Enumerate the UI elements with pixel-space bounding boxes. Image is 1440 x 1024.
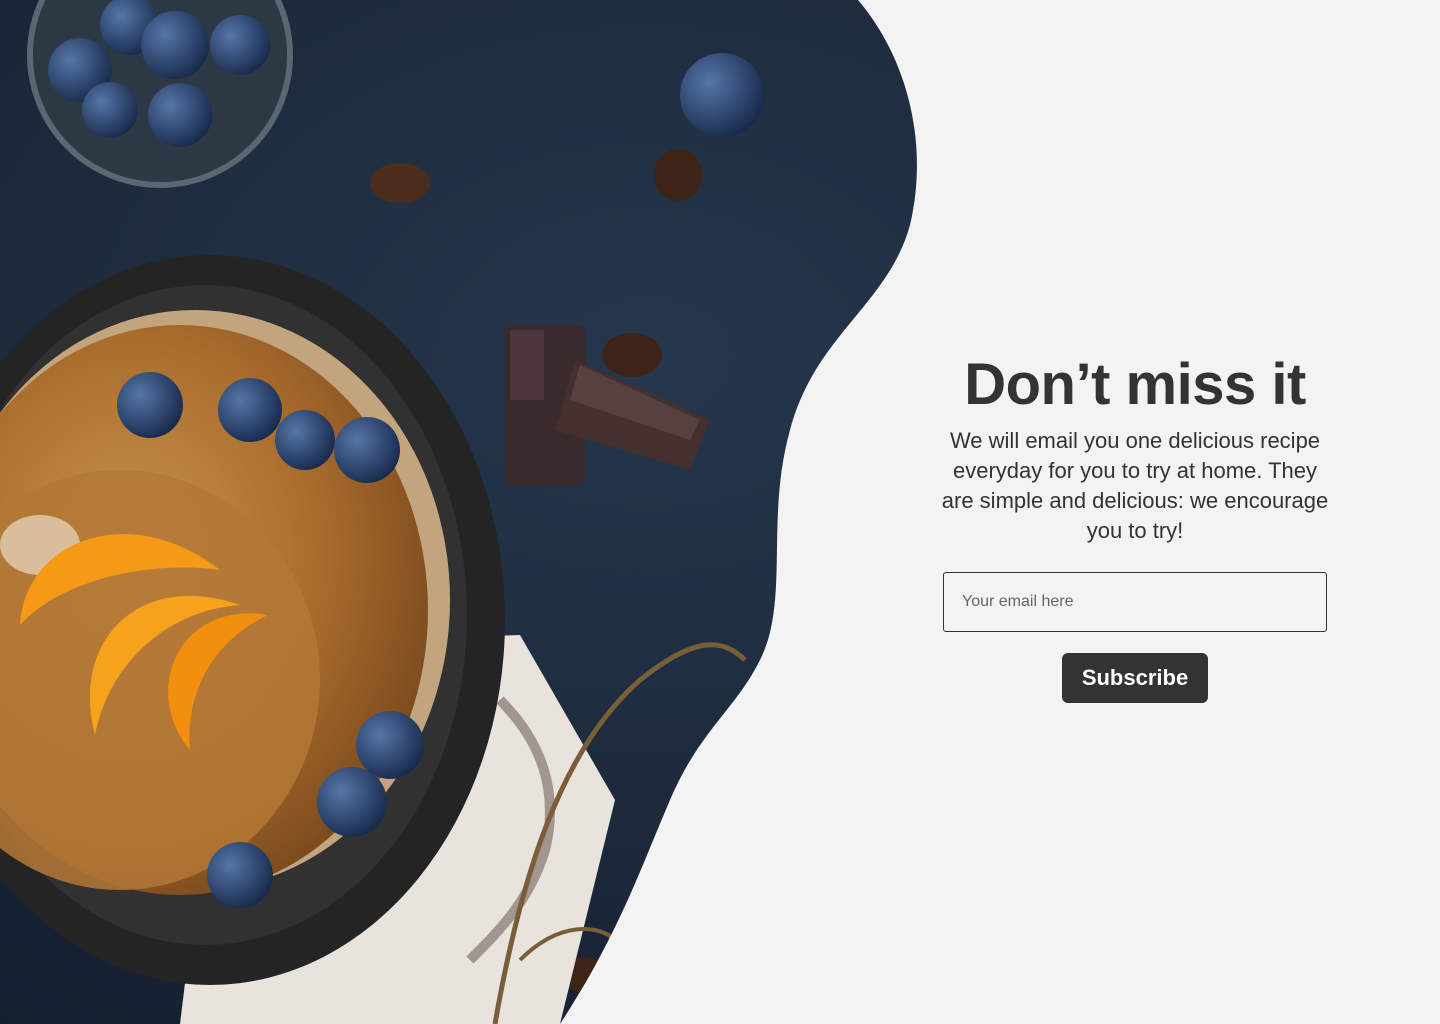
newsletter-signup: Don’t miss it We will email you one deli… (935, 352, 1335, 703)
coffee-bean (370, 163, 430, 203)
email-input[interactable] (943, 572, 1327, 632)
signup-headline: Don’t miss it (964, 352, 1306, 417)
signup-description: We will email you one delicious recipe e… (941, 428, 1329, 543)
blueberry (680, 53, 764, 137)
coffee-bean (602, 333, 662, 377)
coffee-bean (654, 149, 702, 201)
subscribe-button[interactable]: Subscribe (1061, 653, 1209, 703)
